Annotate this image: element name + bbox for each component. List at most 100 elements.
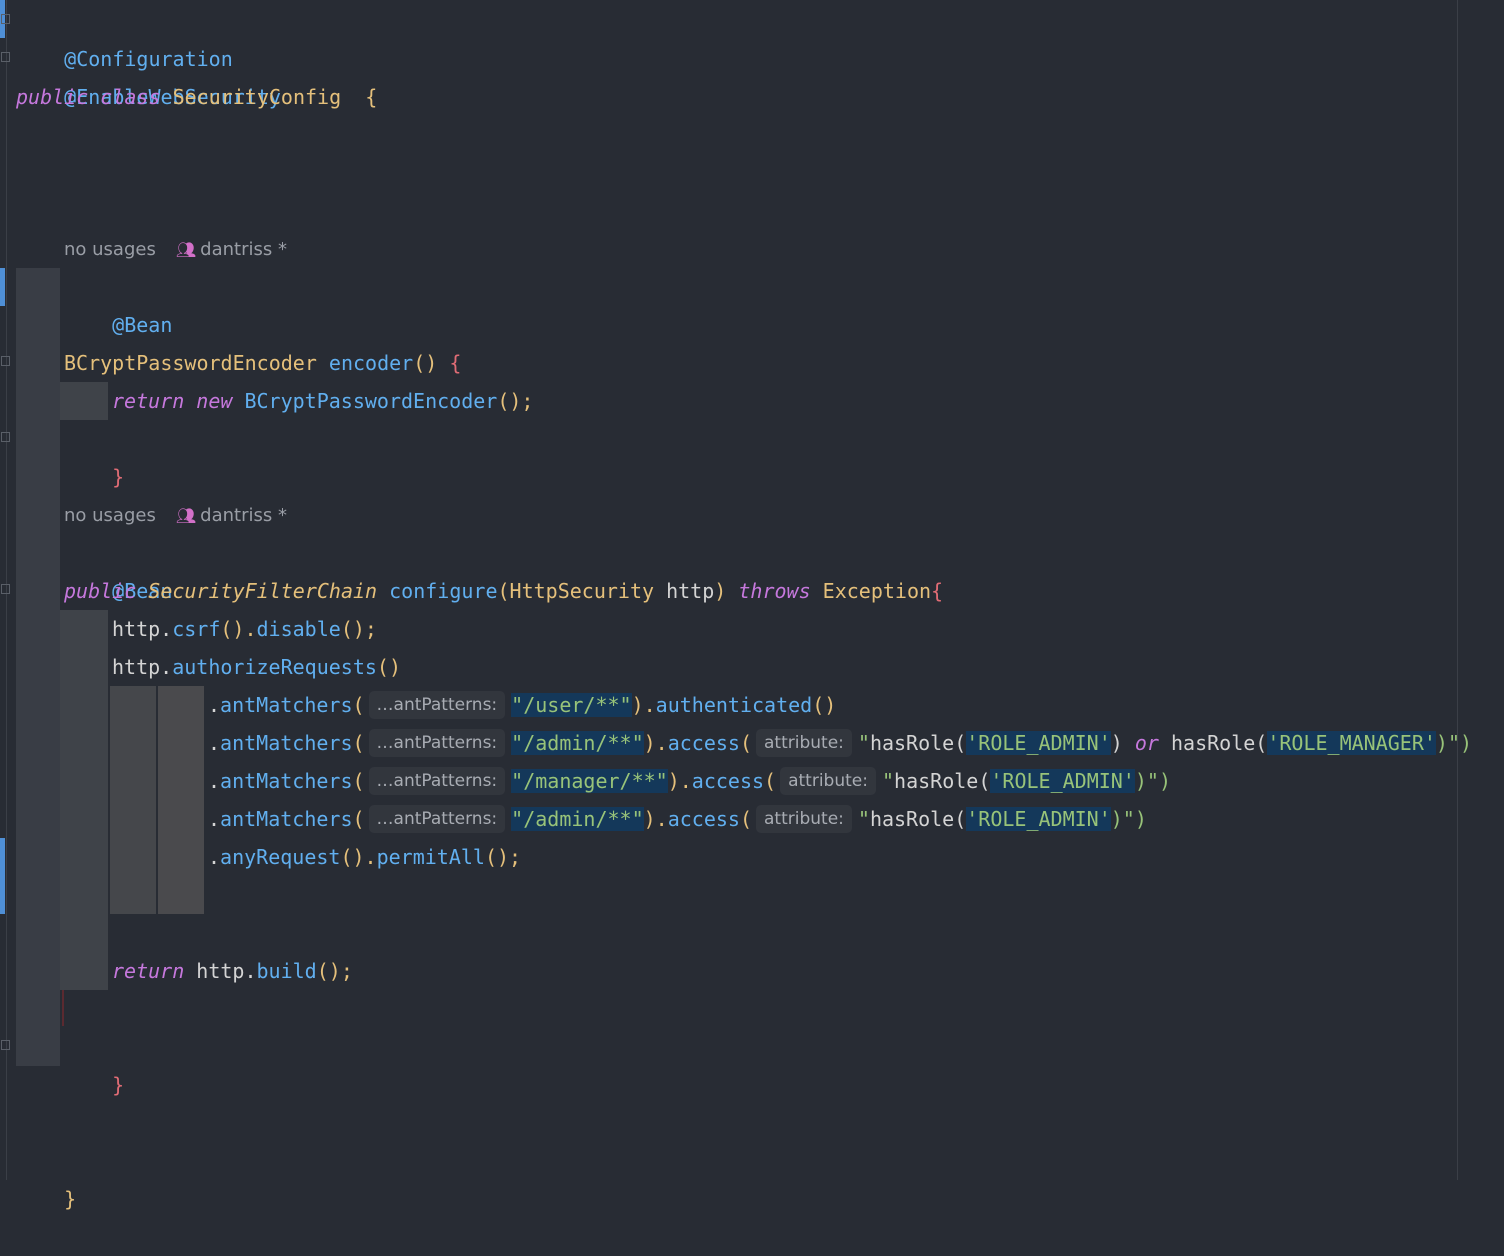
code-line-ant-matcher-user[interactable]: .antMatchers(…antPatterns: "/user/**").au… — [208, 686, 836, 724]
return-type: SecurityFilterChain — [148, 579, 378, 603]
code-line-return-encoder[interactable]: return new BCryptPasswordEncoder(); — [112, 382, 533, 420]
fold-icon[interactable] — [1, 356, 10, 366]
right-margin-guide — [1457, 0, 1458, 1180]
method-csrf: csrf — [172, 617, 221, 641]
text-caret — [62, 990, 64, 1026]
fold-icon[interactable] — [1, 584, 10, 594]
method-authorize-requests: authorizeRequests — [172, 655, 377, 679]
keyword-return: return — [112, 959, 185, 983]
role-literal: 'ROLE_MANAGER' — [1267, 731, 1436, 755]
exception-type: Exception — [822, 579, 932, 603]
role-literal: 'ROLE_ADMIN' — [966, 807, 1111, 831]
indent-guide-level-2 — [60, 382, 108, 420]
open-brace: { — [449, 351, 462, 375]
call-tail: (); — [497, 389, 534, 413]
method-access: access — [667, 731, 740, 755]
parameter-hint: attribute: — [756, 729, 852, 757]
code-line-bean[interactable]: @Bean — [64, 534, 172, 603]
code-line-csrf[interactable]: http.csrf().disable(); — [112, 610, 377, 648]
code-line-class-declaration[interactable]: public class SecurityConfig { — [16, 78, 377, 116]
code-line-authorize-requests[interactable]: http.authorizeRequests() — [112, 648, 401, 686]
annotation-bean: @Bean — [112, 313, 173, 337]
indent-guide-level-2 — [60, 610, 108, 990]
author-label[interactable]: dantriss * — [200, 239, 287, 260]
code-line-ant-matcher-admin-2[interactable]: .antMatchers(…antPatterns: "/admin/**").a… — [208, 800, 1147, 838]
code-line-return-build[interactable]: return http.build(); — [112, 952, 353, 990]
code-line-close-brace[interactable]: } — [64, 420, 124, 489]
author-label[interactable]: dantriss * — [200, 505, 287, 526]
code-line-any-request[interactable]: .anyRequest().permitAll(); — [208, 838, 521, 876]
keyword-public: public — [16, 85, 89, 109]
code-line-ant-matcher-admin[interactable]: .antMatchers(…antPatterns: "/admin/**").a… — [208, 724, 1472, 762]
keyword-throws: throws — [738, 579, 811, 603]
keyword-return: return — [112, 389, 185, 413]
code-line-encoder-method[interactable]: BCryptPasswordEncoder encoder() { — [64, 344, 461, 382]
string-literal: "/admin/**" — [511, 731, 644, 755]
method-authenticated: authenticated — [655, 693, 813, 717]
param-name: http — [666, 579, 715, 603]
code-editor[interactable]: @Configuration @EnableWebSecurity public… — [0, 0, 1504, 1211]
fold-icon[interactable] — [1, 1040, 10, 1050]
indent-guide-level-3 — [110, 686, 156, 914]
usages-label[interactable]: no usages — [64, 239, 156, 260]
users-icon: 👥︎ — [175, 240, 197, 259]
method-access: access — [667, 807, 740, 831]
users-icon: 👥︎ — [175, 506, 197, 525]
code-vision-hint[interactable]: no usages 👥︎ dantriss * — [64, 235, 287, 265]
method-permit-all: permitAll — [376, 845, 485, 869]
keyword-public: public — [64, 579, 137, 603]
method-name: encoder — [328, 351, 414, 375]
receiver: http. — [112, 655, 173, 679]
keyword-or: or — [1134, 731, 1159, 755]
parameter-hint: attribute: — [780, 767, 876, 795]
keyword-new: new — [196, 389, 233, 413]
code-line-close-brace[interactable]: } — [64, 1028, 124, 1097]
change-marker[interactable] — [0, 268, 5, 306]
string-literal: "/admin/**" — [511, 807, 644, 831]
code-line-close-class[interactable]: } — [16, 1142, 76, 1211]
open-brace: { — [931, 579, 944, 603]
method-access: access — [691, 769, 765, 793]
code-line-enable-web-security[interactable]: @EnableWebSecurity — [16, 40, 281, 109]
constructor-name: BCryptPasswordEncoder — [244, 389, 498, 413]
method-ant-matchers: antMatchers — [220, 693, 353, 717]
code-line-configure-method[interactable]: public SecurityFilterChain configure(Htt… — [64, 572, 943, 610]
usages-label[interactable]: no usages — [64, 505, 156, 526]
close-brace: } — [112, 1073, 125, 1097]
class-name: SecurityConfig — [172, 85, 342, 109]
code-vision-hint[interactable]: no usages 👥︎ dantriss * — [64, 501, 287, 531]
parameter-hint: …antPatterns: — [368, 767, 506, 795]
fold-icon[interactable] — [1, 14, 10, 24]
close-brace: } — [64, 1187, 77, 1211]
return-type: BCryptPasswordEncoder — [64, 351, 317, 375]
receiver: http. — [196, 959, 257, 983]
method-name: configure — [389, 579, 498, 603]
code-line-ant-matcher-manager[interactable]: .antMatchers(…antPatterns: "/manager/**")… — [208, 762, 1171, 800]
parameter-hint: …antPatterns: — [368, 691, 506, 719]
close-brace: } — [112, 465, 125, 489]
parameter-hint: …antPatterns: — [368, 805, 506, 833]
role-literal: 'ROLE_ADMIN' — [966, 731, 1111, 755]
code-line-configuration[interactable]: @Configuration — [16, 2, 233, 71]
role-literal: 'ROLE_ADMIN' — [990, 769, 1135, 793]
parameter-hint: attribute: — [756, 805, 852, 833]
fold-icon[interactable] — [1, 52, 10, 62]
method-ant-matchers: antMatchers — [220, 731, 353, 755]
method-ant-matchers: antMatchers — [220, 769, 353, 793]
indent-guide-level-4 — [158, 686, 204, 914]
method-build: build — [256, 959, 317, 983]
parens: () — [413, 351, 438, 375]
keyword-class: class — [100, 85, 161, 109]
string-literal: "/user/**" — [511, 693, 632, 717]
indent-guide-level-1 — [16, 268, 60, 1066]
fold-icon[interactable] — [1, 432, 10, 442]
method-disable: disable — [256, 617, 341, 641]
parameter-hint: …antPatterns: — [368, 729, 506, 757]
string-literal: "/manager/**" — [511, 769, 668, 793]
change-marker[interactable] — [0, 838, 5, 914]
method-any-request: anyRequest — [220, 845, 341, 869]
receiver: http. — [112, 617, 173, 641]
param-type: HttpSecurity — [509, 579, 655, 603]
code-line-bean[interactable]: @Bean — [64, 268, 172, 337]
method-ant-matchers: antMatchers — [220, 807, 353, 831]
